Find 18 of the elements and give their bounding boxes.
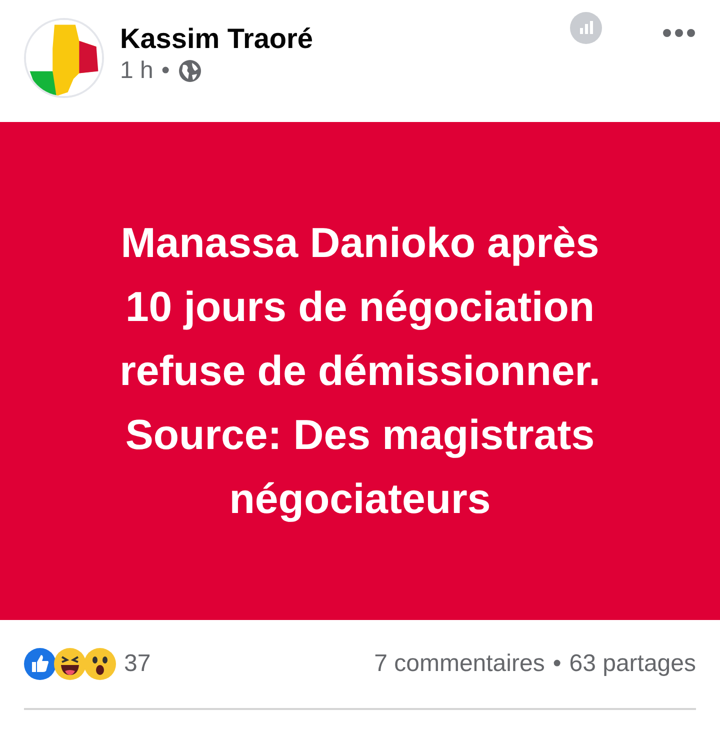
- share-count[interactable]: 63 partages: [569, 646, 696, 682]
- separator: •: [552, 649, 562, 679]
- post-text-line: 10 jours de négociation: [125, 283, 595, 330]
- post-text-line: refuse de démissionner.: [120, 347, 600, 394]
- separator: •: [161, 56, 170, 86]
- comment-count[interactable]: 7 commentaires: [374, 646, 545, 682]
- post-text-line: Source: Des magistrats: [125, 411, 595, 458]
- more-options-icon[interactable]: [662, 28, 696, 38]
- laughing-reaction-icon[interactable]: [54, 648, 86, 680]
- post-image[interactable]: Manassa Danioko après 10 jours de négociation refuse de démissionner. Source: Des magistrats négociateurs: [0, 122, 720, 620]
- like-reaction-icon[interactable]: [24, 648, 56, 680]
- surprised-reaction-icon[interactable]: [84, 648, 116, 680]
- post-text-line: Manassa Danioko après: [120, 219, 600, 266]
- post-text-line: négociateurs: [229, 475, 491, 522]
- author-name[interactable]: Kassim Traoré: [120, 23, 313, 54]
- post-time[interactable]: 1 h: [120, 56, 154, 86]
- globe-icon: [178, 59, 202, 83]
- reaction-count[interactable]: 37: [124, 646, 151, 682]
